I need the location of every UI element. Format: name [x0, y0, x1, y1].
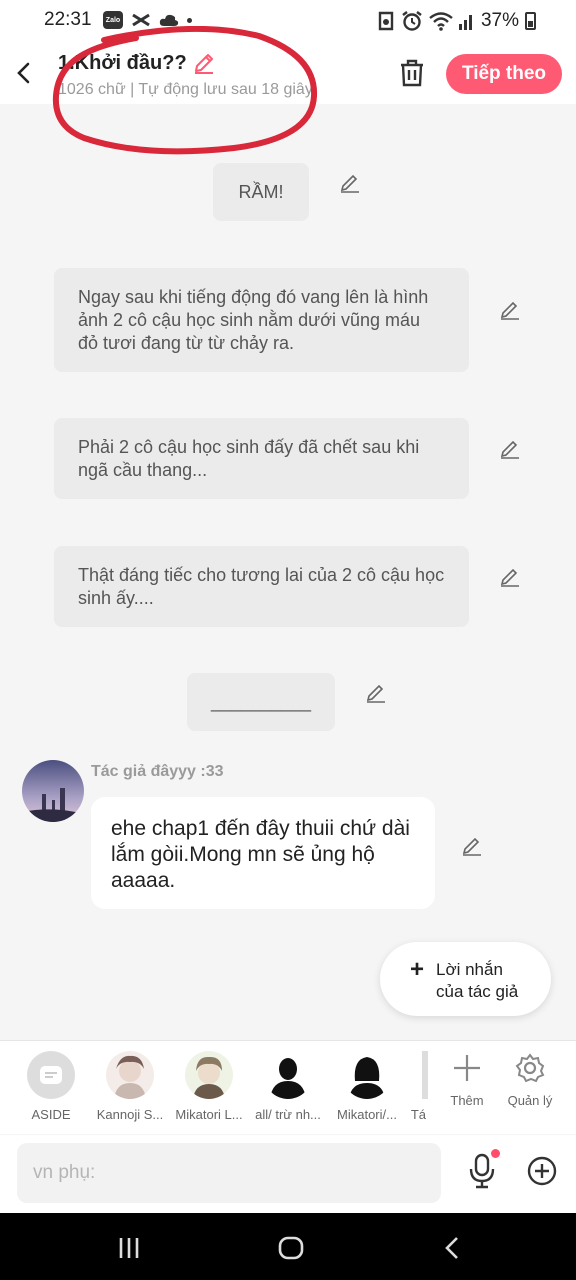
message-text: Ngay sau khi tiếng động đó vang lên là h… — [78, 287, 429, 353]
gear-icon — [515, 1053, 545, 1083]
home-icon[interactable] — [276, 1233, 306, 1263]
editor-header: 1.Khởi đầu?? 1026 chữ | Tự động lưu sau … — [0, 42, 576, 104]
plus-icon: + — [410, 956, 425, 983]
android-nav-bar — [0, 1213, 576, 1280]
next-button[interactable]: Tiếp theo — [446, 54, 562, 94]
manage-button[interactable]: Quản lý — [500, 1053, 560, 1108]
character-aside[interactable]: ASIDE — [11, 1051, 91, 1122]
author-avatar[interactable] — [22, 760, 84, 822]
plus-icon — [454, 1055, 480, 1081]
edit-pencil-icon[interactable] — [460, 834, 484, 858]
message-text: __________ — [210, 691, 312, 712]
status-left-icons: Zalo — [103, 11, 192, 29]
message-bubble[interactable]: Thật đáng tiếc cho tương lai của 2 cô cậ… — [54, 546, 469, 627]
edit-pencil-icon[interactable] — [498, 298, 522, 322]
status-right-icons: 37% — [377, 10, 536, 32]
character-avatar — [185, 1051, 233, 1099]
capcut-icon — [132, 13, 150, 27]
character-all[interactable]: all/ trừ nh... — [248, 1051, 328, 1122]
edit-pencil-icon[interactable] — [498, 437, 522, 461]
character-kannoji[interactable]: Kannoji S... — [90, 1051, 170, 1122]
status-bar: 22:31 Zalo 37% — [0, 0, 576, 42]
signal-icon — [458, 15, 472, 30]
cloud-icon — [159, 14, 179, 26]
character-avatar — [106, 1051, 154, 1099]
add-circle-icon[interactable] — [526, 1155, 558, 1187]
message-bubble[interactable]: Phải 2 cô cậu học sinh đấy đã chết sau k… — [54, 418, 469, 499]
author-message-text: ehe chap1 đến đây thuii chứ dài lắm gòii… — [111, 817, 410, 892]
trash-icon[interactable] — [398, 58, 426, 88]
data-saver-icon — [378, 11, 394, 31]
notification-dot — [187, 17, 192, 23]
notification-dot — [491, 1149, 500, 1158]
aside-icon — [27, 1051, 75, 1099]
character-partial[interactable]: Tá — [380, 1051, 440, 1122]
edit-pencil-icon[interactable] — [498, 565, 522, 589]
author-note-label: Lời nhắn của tác giả — [436, 960, 519, 1001]
message-bubble[interactable]: __________ — [187, 673, 335, 731]
character-bar: ASIDE Kannoji S... Mikatori L... all/ tr… — [0, 1040, 576, 1134]
alarm-icon — [402, 11, 422, 31]
back-arrow-icon[interactable] — [12, 58, 36, 88]
message-bubble[interactable]: RẦM! — [213, 163, 309, 221]
message-text: RẦM! — [238, 181, 284, 202]
status-time: 22:31 — [44, 9, 92, 30]
battery-percent: 37% — [480, 10, 519, 31]
author-name: Tác giả đâyyy :33 — [91, 763, 224, 780]
back-icon[interactable] — [438, 1233, 468, 1263]
microphone-icon[interactable] — [466, 1153, 498, 1189]
message-bubble[interactable]: Ngay sau khi tiếng động đó vang lên là h… — [54, 268, 469, 372]
recent-apps-icon[interactable] — [114, 1233, 144, 1263]
word-count-autosave: 1026 chữ | Tự động lưu sau 18 giây — [58, 81, 313, 98]
silhouette-icon — [264, 1051, 312, 1099]
edit-pencil-icon[interactable] — [338, 171, 362, 195]
message-text: Thật đáng tiếc cho tương lai của 2 cô cậ… — [78, 565, 445, 608]
edit-pencil-icon[interactable] — [364, 681, 388, 705]
chapter-title[interactable]: 1.Khởi đầu?? — [58, 52, 187, 75]
character-avatar — [422, 1051, 428, 1099]
author-message-bubble[interactable]: ehe chap1 đến đây thuii chứ dài lắm gòii… — [91, 797, 435, 909]
add-character-button[interactable]: Thêm — [437, 1053, 497, 1108]
message-text: Phải 2 cô cậu học sinh đấy đã chết sau k… — [78, 437, 420, 480]
zalo-icon: Zalo — [103, 11, 123, 29]
battery-icon — [525, 12, 536, 30]
input-area — [0, 1135, 576, 1213]
wifi-icon — [429, 12, 453, 31]
message-input[interactable] — [17, 1143, 441, 1203]
author-note-button[interactable]: + Lời nhắn của tác giả — [380, 942, 551, 1016]
title-edit-pencil-icon[interactable] — [192, 51, 216, 75]
character-mikatori-l[interactable]: Mikatori L... — [169, 1051, 249, 1122]
